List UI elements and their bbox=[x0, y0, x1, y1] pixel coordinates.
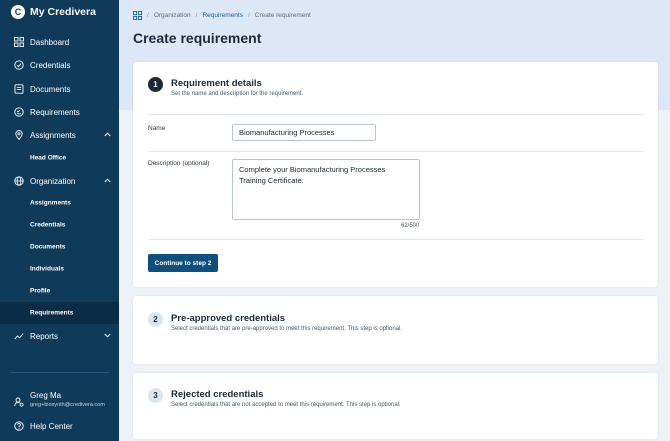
nav-item-documents[interactable]: Documents bbox=[0, 82, 119, 96]
step-3-card[interactable]: 3 Rejected credentials Select credential… bbox=[133, 373, 658, 439]
breadcrumb-current: Create requirement bbox=[254, 11, 311, 19]
step-1-subtitle: Set the name and description for the req… bbox=[171, 91, 304, 97]
nav-item-label: Requirements bbox=[30, 107, 80, 117]
description-char-count: 62/500 bbox=[401, 223, 420, 229]
nav-item-organization[interactable]: Organization bbox=[0, 174, 119, 188]
chevron-up-icon[interactable] bbox=[104, 131, 111, 139]
step-2-title: Pre-approved credentials bbox=[171, 313, 286, 324]
nav-item-requirements[interactable]: Requirements bbox=[0, 105, 119, 119]
app-name: My Credivera bbox=[30, 6, 96, 18]
sidebar-subitem-label: Individuals bbox=[30, 265, 64, 273]
continue-to-step-2-button[interactable]: Continue to step 2 bbox=[148, 254, 218, 272]
divider bbox=[148, 114, 644, 115]
breadcrumb-separator: / bbox=[195, 11, 198, 19]
breadcrumb-organization[interactable]: Organization bbox=[154, 12, 191, 19]
requirements-icon bbox=[13, 107, 24, 118]
help-center-label: Help Center bbox=[30, 421, 73, 431]
step-number-1: 1 bbox=[148, 77, 163, 92]
sidebar-subitem-credentials[interactable]: Credentials bbox=[0, 217, 119, 233]
name-input[interactable] bbox=[232, 124, 376, 141]
dashboard-icon bbox=[13, 37, 24, 48]
chevron-down-icon[interactable] bbox=[104, 333, 111, 340]
sidebar-subitem-profile[interactable]: Profile bbox=[0, 283, 119, 299]
name-label: Name bbox=[148, 125, 166, 132]
brand[interactable]: C My Credivera bbox=[11, 4, 96, 20]
sidebar-subitem-requirements[interactable]: Requirements bbox=[0, 302, 119, 324]
step-1-card: 1 Requirement details Set the name and d… bbox=[133, 62, 658, 287]
user-email: greg+biosynth@credivera.com bbox=[30, 402, 105, 408]
sidebar-subitem-label: Requirements bbox=[30, 309, 74, 317]
sidebar-subitem-individuals[interactable]: Individuals bbox=[0, 261, 119, 277]
divider bbox=[148, 151, 644, 152]
chevron-up-icon[interactable] bbox=[104, 177, 111, 185]
sidebar-subitem-label: Profile bbox=[30, 287, 51, 295]
breadcrumb-separator: / bbox=[247, 11, 250, 19]
sidebar-subitem-head-office[interactable]: Head Office bbox=[0, 150, 119, 166]
globe-icon bbox=[13, 176, 24, 187]
description-label: Description (optional) bbox=[148, 160, 210, 167]
step-number-2: 2 bbox=[148, 312, 163, 327]
step-1-title: Requirement details bbox=[171, 78, 262, 89]
nav-item-label: Assignments bbox=[30, 130, 76, 140]
nav-item-assignments[interactable]: Assignments bbox=[0, 128, 119, 142]
credivera-logo-icon: C bbox=[11, 5, 25, 19]
location-pin-icon bbox=[13, 130, 24, 141]
user-settings-icon bbox=[13, 397, 24, 408]
step-2-subtitle: Select credentials that are pre-approved… bbox=[171, 326, 403, 332]
step-2-card[interactable]: 2 Pre-approved credentials Select creden… bbox=[133, 296, 658, 364]
sidebar-subitem-label: Documents bbox=[30, 243, 66, 251]
description-textarea[interactable]: Complete your Biomanufacturing Processes… bbox=[232, 159, 420, 220]
sidebar-subitem-label: Assignments bbox=[30, 199, 71, 207]
breadcrumb: / Organization / Requirements / Create r… bbox=[133, 10, 311, 20]
sidebar-subitem-documents[interactable]: Documents bbox=[0, 239, 119, 255]
sidebar-divider bbox=[10, 372, 109, 373]
nav-item-label: Dashboard bbox=[30, 37, 70, 47]
nav-item-label: Documents bbox=[30, 84, 71, 94]
nav-item-credentials[interactable]: Credentials bbox=[0, 58, 119, 72]
step-3-subtitle: Select credentials that are not accepted… bbox=[171, 402, 401, 408]
page-title: Create requirement bbox=[133, 30, 262, 46]
nav-item-reports[interactable]: Reports bbox=[0, 329, 119, 343]
divider bbox=[148, 239, 644, 240]
sidebar-subitem-assignments[interactable]: Assignments bbox=[0, 195, 119, 211]
nav-item-dashboard[interactable]: Dashboard bbox=[0, 35, 119, 49]
home-grid-icon[interactable] bbox=[133, 10, 142, 20]
help-circle-icon bbox=[13, 421, 24, 432]
document-icon bbox=[13, 84, 24, 95]
user-name: Greg Ma bbox=[30, 391, 62, 400]
sidebar-subitem-label: Credentials bbox=[30, 221, 66, 229]
sidebar-subitem-label: Head Office bbox=[30, 154, 67, 162]
nav-item-help-center[interactable]: Help Center bbox=[0, 419, 119, 433]
step-number-3: 3 bbox=[148, 388, 163, 403]
nav-item-label: Reports bbox=[30, 331, 59, 341]
breadcrumb-separator: / bbox=[147, 11, 149, 19]
nav-item-label: Organization bbox=[30, 176, 76, 186]
sidebar: C My Credivera Dashboard Credentials Doc… bbox=[0, 0, 119, 441]
step-3-title: Rejected credentials bbox=[171, 389, 264, 400]
breadcrumb-requirements[interactable]: Requirements bbox=[202, 12, 242, 19]
badge-check-icon bbox=[13, 60, 24, 71]
chart-icon bbox=[13, 331, 24, 342]
nav-item-label: Credentials bbox=[30, 60, 71, 70]
